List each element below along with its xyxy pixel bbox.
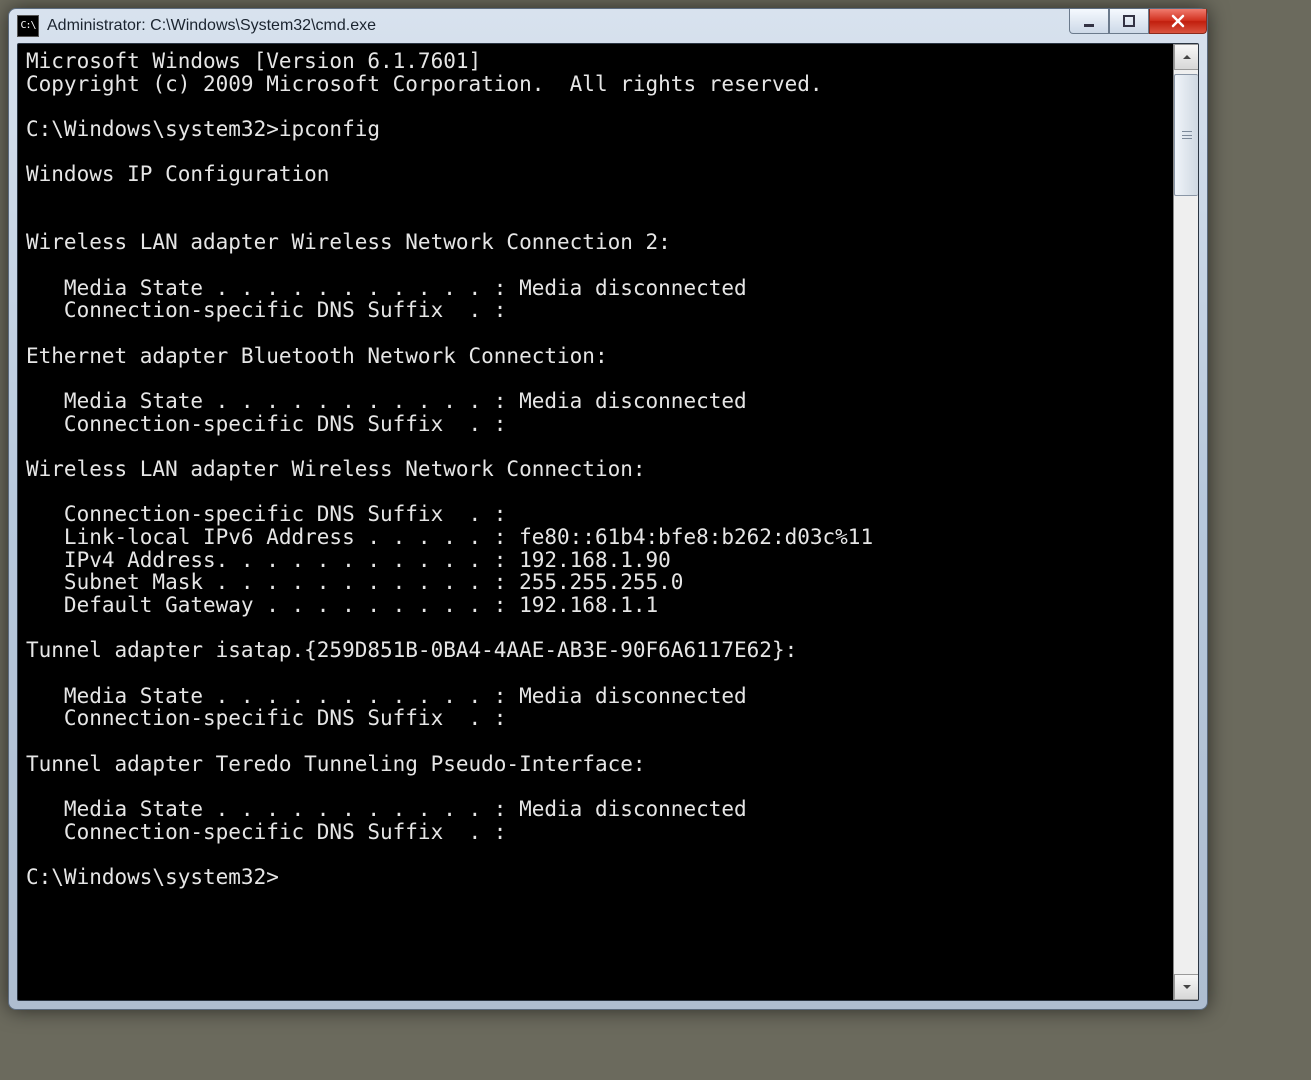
- chevron-down-icon: [1182, 982, 1192, 992]
- console-output[interactable]: Microsoft Windows [Version 6.1.7601] Cop…: [18, 44, 1173, 1000]
- maximize-icon: [1122, 14, 1136, 28]
- client-area: Microsoft Windows [Version 6.1.7601] Cop…: [17, 43, 1199, 1001]
- scrollbar-thumb[interactable]: [1174, 74, 1198, 196]
- maximize-button[interactable]: [1109, 9, 1149, 34]
- scroll-down-button[interactable]: [1174, 974, 1198, 1000]
- window-caption-buttons: [1069, 9, 1207, 43]
- minimize-icon: [1082, 14, 1096, 28]
- scrollbar-track[interactable]: [1174, 70, 1198, 974]
- close-icon: [1170, 13, 1186, 29]
- vertical-scrollbar[interactable]: [1173, 44, 1198, 1000]
- cmd-window: C:\ Administrator: C:\Windows\System32\c…: [8, 8, 1208, 1010]
- close-button[interactable]: [1149, 9, 1207, 34]
- minimize-button[interactable]: [1069, 9, 1109, 34]
- window-title: Administrator: C:\Windows\System32\cmd.e…: [47, 18, 376, 34]
- titlebar[interactable]: C:\ Administrator: C:\Windows\System32\c…: [9, 9, 1207, 43]
- cmd-app-icon: C:\: [17, 15, 39, 37]
- scrollbar-thumb-grip-icon: [1182, 131, 1192, 139]
- cmd-app-icon-text: C:\: [20, 21, 35, 31]
- chevron-up-icon: [1182, 52, 1192, 62]
- scroll-up-button[interactable]: [1174, 44, 1198, 70]
